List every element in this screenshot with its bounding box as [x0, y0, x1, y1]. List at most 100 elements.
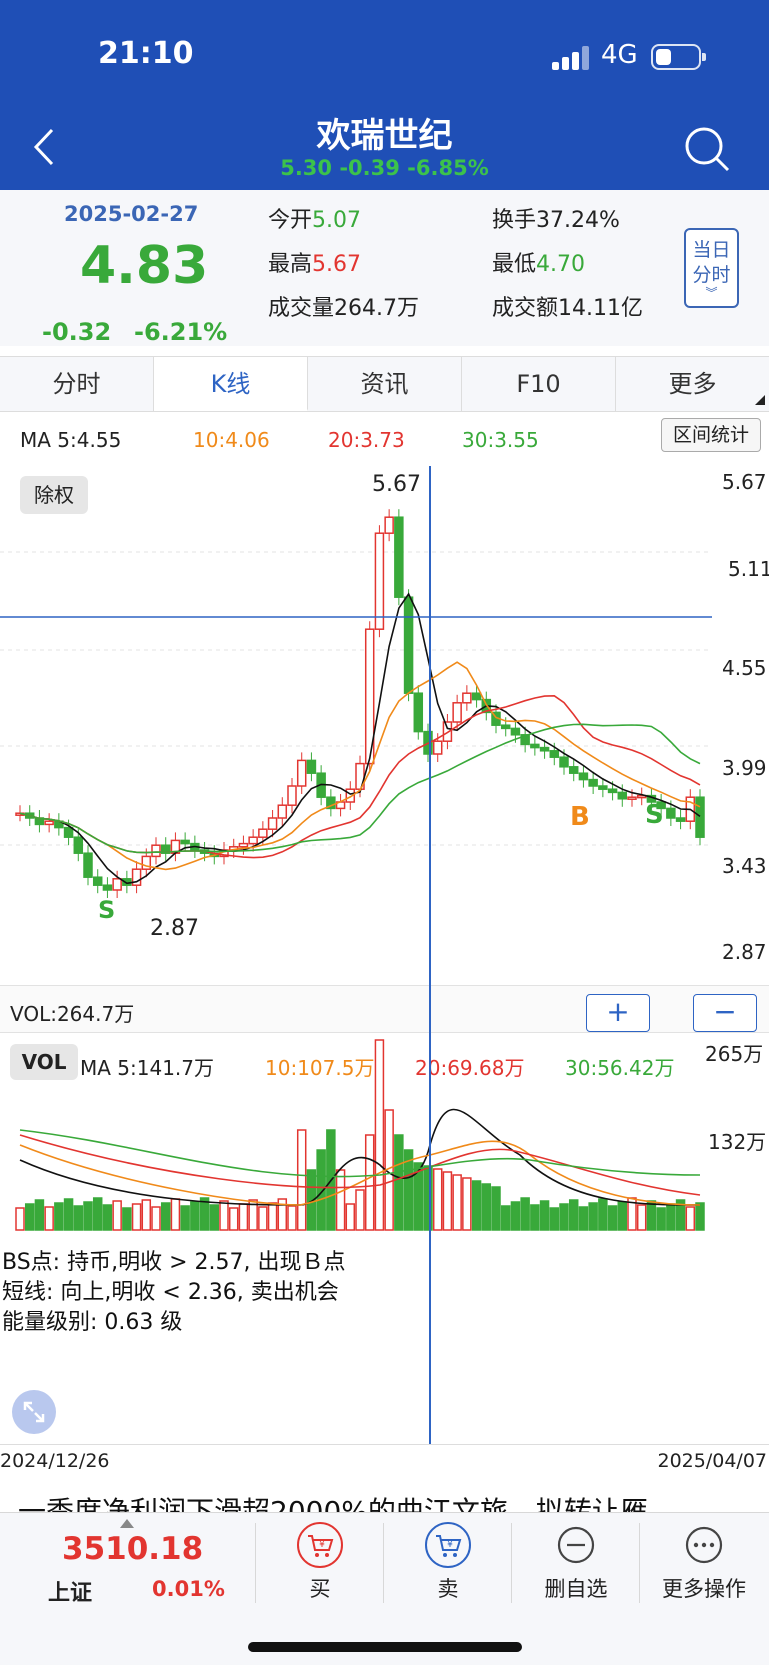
candle-body: [627, 796, 637, 800]
low-marker-label: 2.87: [150, 916, 199, 941]
low-field: 最低4.70: [492, 252, 585, 277]
crosshair-vertical: [429, 466, 431, 1444]
ma-line: [19, 592, 701, 885]
date-start: 2024/12/26: [0, 1450, 110, 1472]
candle-body: [258, 828, 268, 838]
vol-y-top: 265万: [705, 1042, 764, 1066]
volume-bar: [258, 1206, 268, 1231]
volume-bar: [190, 1201, 200, 1231]
cart-sell-icon: ¥: [425, 1522, 471, 1568]
zoom-in-button[interactable]: +: [586, 994, 650, 1032]
buy-button[interactable]: ¥ 买: [260, 1521, 380, 1611]
kline-chart[interactable]: [0, 458, 769, 985]
remove-watchlist-button[interactable]: 删自选: [516, 1521, 636, 1611]
plus-icon: +: [606, 995, 630, 1028]
tab-f10[interactable]: F10: [462, 357, 616, 411]
volume-bar: [471, 1180, 482, 1231]
minus-circle-icon: [557, 1526, 595, 1564]
zoom-out-button[interactable]: −: [693, 994, 757, 1032]
volume-bar: [617, 1201, 628, 1231]
energy-level-text: 能量级别: 0.63 级: [2, 1310, 183, 1335]
volume-bar: [141, 1199, 152, 1231]
candle-body: [413, 692, 424, 733]
candle-body: [403, 596, 414, 694]
stock-realtime-quote: 5.30 -0.39 -6.85%: [280, 156, 489, 180]
candle-body: [394, 516, 404, 598]
divider: [0, 1444, 769, 1445]
range-stats-button[interactable]: 区间统计: [661, 418, 761, 452]
tab-kline[interactable]: K线: [154, 357, 308, 411]
volume-bar: [500, 1205, 511, 1231]
volume-bar: [685, 1206, 696, 1231]
turnover-field: 换手37.24%: [492, 208, 620, 233]
volume-value: VOL:264.7万: [10, 1002, 135, 1026]
volume-bar: [112, 1200, 122, 1231]
candle-body: [180, 839, 190, 845]
quote-change: -0.32: [42, 318, 112, 346]
more-dots-icon: [685, 1526, 723, 1564]
vol-y-mid: 132万: [708, 1130, 767, 1154]
candle-body: [83, 852, 93, 878]
tab-more[interactable]: 更多: [616, 357, 769, 411]
candle-body: [151, 844, 161, 858]
intraday-toggle-button[interactable]: 当日 分时 ︾: [684, 228, 739, 308]
chevron-down-icon: ︾: [705, 286, 718, 300]
volume-bar: [607, 1205, 618, 1231]
svg-text:¥: ¥: [319, 1540, 325, 1550]
candle-body: [500, 724, 511, 730]
volume-bar: [92, 1197, 103, 1231]
candle-body: [73, 836, 84, 854]
index-pct: 0.01%: [152, 1577, 225, 1601]
quote-date: 2025-02-27: [64, 202, 199, 226]
volume-bar: [170, 1198, 181, 1231]
divider: [511, 1523, 512, 1603]
open-field: 今开5.07: [268, 208, 361, 233]
buy-label: 买: [309, 1577, 331, 1601]
candle-body: [432, 740, 443, 755]
search-button[interactable]: [682, 124, 732, 174]
sell-button[interactable]: ¥ 卖: [388, 1521, 508, 1611]
corner-arrow-icon: [755, 395, 765, 405]
y-label-4: 3.99: [722, 756, 767, 780]
ma10-label: 10:4.06: [193, 428, 270, 452]
period-label-2: 分时: [692, 264, 731, 286]
vol-ma-line: [19, 1134, 701, 1196]
volume-bar: [44, 1206, 54, 1231]
candle-body: [510, 727, 521, 736]
volume-bar: [209, 1204, 220, 1231]
quote-change-pct: -6.21%: [134, 318, 228, 346]
candle-body: [296, 759, 307, 787]
volume-bar: [578, 1206, 589, 1231]
quote-panel: 2025-02-27 4.83 -0.32 -6.21% 今开5.07 最高5.…: [0, 190, 769, 346]
volume-bar: [530, 1204, 540, 1231]
candle-body: [568, 766, 579, 774]
quote-price: 4.83: [80, 236, 209, 296]
volume-bar: [102, 1204, 113, 1231]
volume-bar: [335, 1169, 346, 1231]
volume-bar: [559, 1203, 569, 1231]
index-value[interactable]: 3510.18: [62, 1531, 203, 1567]
volume-indicator-tag[interactable]: VOL: [10, 1044, 78, 1080]
candle-body: [102, 884, 113, 891]
more-actions-button[interactable]: 更多操作: [644, 1521, 764, 1611]
volume-bar: [131, 1203, 142, 1231]
candle-body: [598, 785, 608, 790]
vol-ma20-label: 20:69.68万: [415, 1056, 525, 1080]
high-marker-label: 5.67: [372, 472, 421, 497]
ma20-label: 20:3.73: [328, 428, 405, 452]
volume-bar: [24, 1203, 35, 1231]
ex-rights-button[interactable]: 除权: [20, 476, 88, 514]
volume-bar: [636, 1204, 647, 1231]
battery-icon: [651, 44, 706, 70]
vol-ma10-label: 10:107.5万: [265, 1056, 375, 1080]
tab-intraday[interactable]: 分时: [0, 357, 154, 411]
tab-news[interactable]: 资讯: [308, 357, 462, 411]
expand-button[interactable]: [12, 1390, 56, 1434]
candle-body: [530, 743, 540, 749]
short-term-text: 短线: 向上,明收 < 2.36, 卖出机会: [2, 1280, 339, 1305]
volume-bar: [199, 1197, 210, 1231]
bs-point-text: BS点: 持币,明收 > 2.57, 出现Ｂ点: [2, 1250, 346, 1275]
divider: [639, 1523, 640, 1603]
status-time: 21:10: [98, 36, 194, 71]
volume-bar: [228, 1207, 239, 1231]
